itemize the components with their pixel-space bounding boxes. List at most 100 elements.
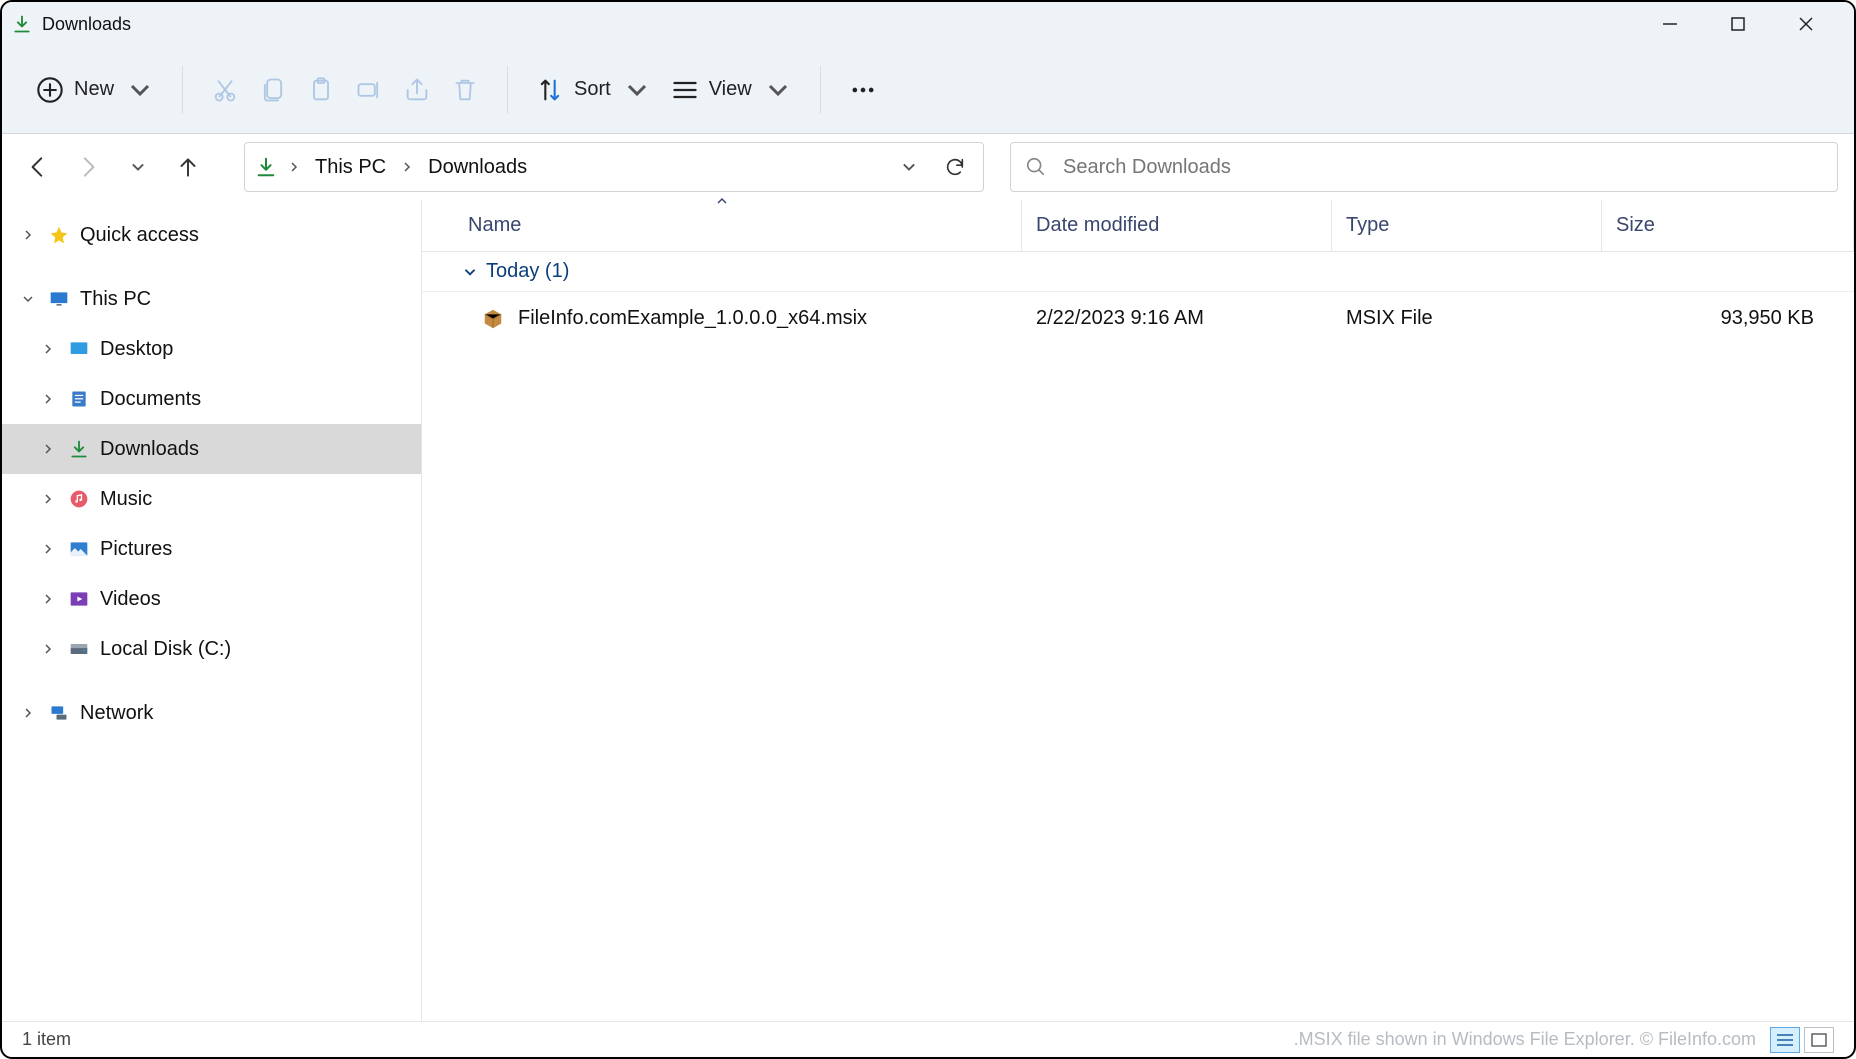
sidebar-item-videos[interactable]: Videos	[2, 574, 421, 624]
documents-icon	[68, 388, 90, 410]
chevron-right-icon[interactable]	[38, 439, 58, 459]
sidebar-item-pictures[interactable]: Pictures	[2, 524, 421, 574]
chevron-right-icon[interactable]	[38, 639, 58, 659]
downloads-icon	[255, 156, 277, 178]
sidebar: Quick access This PC Desktop Documents D…	[2, 200, 422, 1021]
file-list-area: Name Date modified Type Size Today (1) F…	[422, 200, 1854, 1021]
details-view-button[interactable]	[1770, 1027, 1800, 1053]
chevron-down-icon	[462, 264, 478, 280]
sidebar-item-documents[interactable]: Documents	[2, 374, 421, 424]
paste-button[interactable]	[297, 66, 345, 114]
sidebar-item-label: Music	[100, 488, 152, 511]
chevron-right-icon	[400, 160, 414, 174]
sidebar-item-label: Downloads	[100, 438, 199, 461]
downloads-icon	[10, 12, 34, 36]
monitor-icon	[48, 288, 70, 310]
group-header-today[interactable]: Today (1)	[422, 252, 1854, 292]
sidebar-item-downloads[interactable]: Downloads	[2, 424, 421, 474]
sidebar-item-label: Local Disk (C:)	[100, 638, 231, 661]
maximize-button[interactable]	[1718, 4, 1758, 44]
column-label: Type	[1346, 214, 1389, 237]
column-headers: Name Date modified Type Size	[422, 200, 1854, 252]
sidebar-item-label: Pictures	[100, 538, 172, 561]
file-size: 93,950 KB	[1602, 307, 1854, 330]
file-row[interactable]: FileInfo.comExample_1.0.0.0_x64.msix 2/2…	[422, 292, 1854, 344]
rename-button[interactable]	[345, 66, 393, 114]
back-button[interactable]	[20, 149, 56, 185]
toolbar-separator	[507, 66, 508, 114]
copy-button[interactable]	[249, 66, 297, 114]
navigation-row: This PC Downloads	[2, 134, 1854, 200]
file-type: MSIX File	[1332, 307, 1602, 330]
share-button[interactable]	[393, 66, 441, 114]
drive-icon	[68, 638, 90, 660]
column-date-header[interactable]: Date modified	[1022, 200, 1332, 251]
sidebar-item-quick-access[interactable]: Quick access	[2, 210, 421, 260]
desktop-icon	[68, 338, 90, 360]
column-name-header[interactable]: Name	[422, 200, 1022, 251]
toolbar-separator	[820, 66, 821, 114]
chevron-right-icon[interactable]	[38, 539, 58, 559]
breadcrumb-current[interactable]: Downloads	[424, 156, 531, 179]
chevron-right-icon[interactable]	[38, 389, 58, 409]
column-size-header[interactable]: Size	[1602, 200, 1854, 251]
delete-button[interactable]	[441, 66, 489, 114]
search-box[interactable]	[1010, 142, 1838, 192]
forward-button[interactable]	[70, 149, 106, 185]
new-button[interactable]: New	[26, 66, 164, 114]
address-bar[interactable]: This PC Downloads	[244, 142, 984, 192]
close-button[interactable]	[1786, 4, 1826, 44]
more-button[interactable]	[839, 66, 887, 114]
chevron-right-icon[interactable]	[18, 703, 38, 723]
breadcrumb-root[interactable]: This PC	[311, 156, 390, 179]
group-label: Today (1)	[486, 260, 569, 283]
chevron-right-icon[interactable]	[38, 589, 58, 609]
sidebar-item-desktop[interactable]: Desktop	[2, 324, 421, 374]
address-history-button[interactable]	[891, 149, 927, 185]
file-name: FileInfo.comExample_1.0.0.0_x64.msix	[518, 307, 867, 330]
window-controls	[1650, 4, 1846, 44]
refresh-button[interactable]	[937, 149, 973, 185]
view-button-label: View	[709, 78, 752, 101]
sort-ascending-icon	[715, 196, 729, 206]
search-input[interactable]	[1063, 156, 1823, 179]
sidebar-item-local-disk[interactable]: Local Disk (C:)	[2, 624, 421, 674]
column-label: Date modified	[1036, 214, 1159, 237]
package-icon	[482, 307, 504, 329]
music-icon	[68, 488, 90, 510]
sort-button-label: Sort	[574, 78, 611, 101]
status-bar: 1 item .MSIX file shown in Windows File …	[2, 1021, 1854, 1057]
status-item-count: 1 item	[22, 1029, 71, 1050]
toolbar-separator	[182, 66, 183, 114]
titlebar: Downloads	[2, 2, 1854, 46]
chevron-right-icon[interactable]	[18, 225, 38, 245]
file-date: 2/22/2023 9:16 AM	[1022, 307, 1332, 330]
status-credit: .MSIX file shown in Windows File Explore…	[1294, 1029, 1756, 1050]
sidebar-item-label: Quick access	[80, 224, 199, 247]
chevron-right-icon	[287, 160, 301, 174]
sidebar-item-this-pc[interactable]: This PC	[2, 274, 421, 324]
column-label: Name	[468, 214, 521, 237]
column-label: Size	[1616, 214, 1655, 237]
sidebar-item-network[interactable]: Network	[2, 688, 421, 738]
chevron-right-icon[interactable]	[38, 489, 58, 509]
thumbnails-view-button[interactable]	[1804, 1027, 1834, 1053]
sidebar-item-music[interactable]: Music	[2, 474, 421, 524]
chevron-right-icon[interactable]	[38, 339, 58, 359]
view-toggle	[1770, 1027, 1834, 1053]
up-button[interactable]	[170, 149, 206, 185]
body: Quick access This PC Desktop Documents D…	[2, 200, 1854, 1021]
sort-button[interactable]: Sort	[526, 66, 661, 114]
recent-locations-button[interactable]	[120, 149, 156, 185]
view-button[interactable]: View	[661, 66, 802, 114]
sidebar-item-label: Network	[80, 702, 153, 725]
toolbar: New Sort View	[2, 46, 1854, 134]
minimize-button[interactable]	[1650, 4, 1690, 44]
downloads-icon	[68, 438, 90, 460]
cut-button[interactable]	[201, 66, 249, 114]
column-type-header[interactable]: Type	[1332, 200, 1602, 251]
sidebar-item-label: This PC	[80, 288, 151, 311]
sidebar-item-label: Videos	[100, 588, 161, 611]
window-title: Downloads	[42, 14, 131, 35]
chevron-down-icon[interactable]	[18, 289, 38, 309]
